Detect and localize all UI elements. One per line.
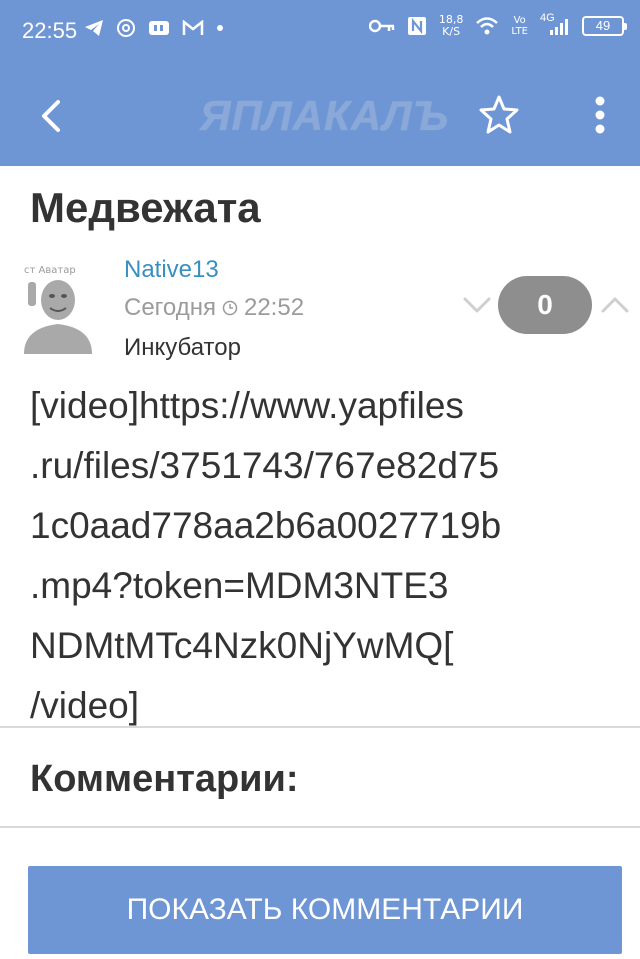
vote-down-button[interactable] — [460, 290, 494, 320]
nfc-icon — [407, 17, 426, 35]
post-body-line: .mp4?token=MDM3NTE3 — [30, 565, 449, 606]
vote-up-button[interactable] — [598, 290, 632, 320]
post-body-line: 1c0aad778aa2b6a0027719b — [30, 505, 502, 546]
comments-heading: Комментарии: — [30, 758, 299, 800]
post-section[interactable]: Инкубатор — [124, 334, 241, 362]
post-date: Сегодня 22:52 — [124, 294, 304, 322]
post-date-day: Сегодня — [124, 294, 216, 321]
vk-icon — [149, 21, 169, 35]
show-comments-button[interactable]: ПОКАЗАТЬ КОММЕНТАРИИ — [28, 866, 622, 954]
speed-unit: K/S — [442, 25, 461, 38]
key-icon — [368, 19, 395, 33]
post-body-line: .ru/files/3751743/767e82d75 — [30, 445, 500, 486]
signal-icon: 4G — [540, 12, 570, 36]
post-body-line: [video]https://www.yapfiles — [30, 385, 464, 426]
wifi-icon — [476, 17, 499, 35]
volte-top: Vo — [513, 15, 526, 26]
app-bar: ЯПЛАКАЛЪ — [0, 66, 640, 166]
notification-icons — [84, 18, 224, 38]
svg-text:ст Аватар: ст Аватар — [24, 265, 76, 276]
author-link[interactable]: Native13 — [124, 256, 219, 284]
divider — [0, 726, 640, 728]
back-button[interactable] — [30, 94, 74, 138]
telegram-icon — [85, 20, 103, 36]
gmail-icon — [182, 20, 204, 35]
status-time: 22:55 — [22, 18, 78, 43]
system-icons: 18,8 K/S Vo LTE 4G 49 — [368, 12, 627, 38]
avatar[interactable]: ст Аватар — [20, 262, 96, 354]
status-bar: 22:55 18,8 K/S Vo LTE 4G 49 — [0, 0, 640, 66]
volte-bottom: LTE — [511, 26, 528, 37]
post-date-time: 22:52 — [243, 294, 305, 321]
dot-icon — [217, 25, 223, 31]
favorite-star-button[interactable] — [476, 92, 522, 138]
app-logo[interactable]: ЯПЛАКАЛЪ — [200, 94, 450, 138]
post-body-line: NDMtMTc4Nzk0NjYwMQ[ — [30, 625, 454, 666]
post-title: Медвежата — [30, 184, 261, 231]
more-menu-button[interactable] — [580, 92, 620, 138]
rating-badge: 0 — [498, 276, 592, 334]
at-icon — [117, 19, 135, 37]
divider — [0, 826, 640, 828]
battery-indicator: 49 — [582, 16, 627, 36]
network-speed: 18,8 K/S — [439, 14, 464, 38]
clock-icon — [222, 300, 238, 316]
volte-indicator: Vo LTE — [511, 15, 528, 37]
post-body: [video]https://www.yapfiles .ru/files/37… — [30, 376, 610, 736]
